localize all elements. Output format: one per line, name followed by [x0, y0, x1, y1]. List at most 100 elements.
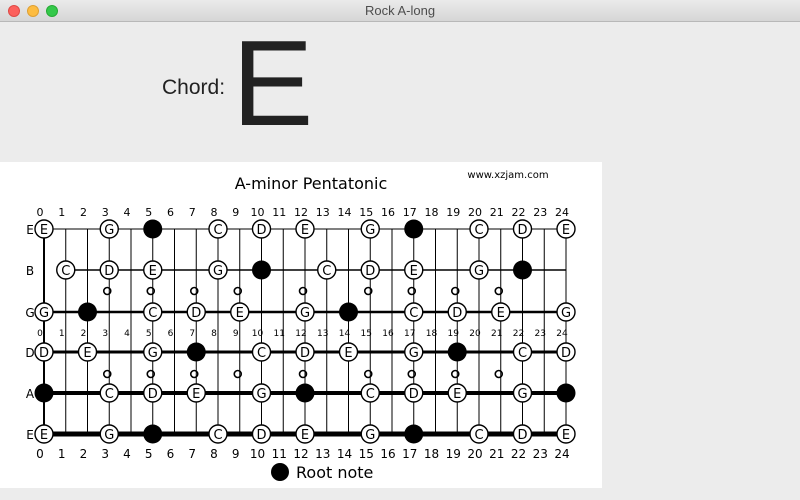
fret-number: 0 — [36, 447, 44, 461]
string-name-label: D — [25, 346, 34, 360]
fret-number: 7 — [188, 447, 196, 461]
scale-note-label: E — [301, 223, 309, 238]
scale-note-label: C — [409, 306, 418, 321]
scale-note-label: G — [256, 387, 266, 402]
fret-number: 15 — [361, 329, 372, 339]
scale-note-label: E — [562, 428, 570, 443]
root-note-dot — [143, 219, 163, 239]
root-note-dot — [295, 383, 315, 403]
scale-note-label: E — [236, 306, 244, 321]
scale-note-label: C — [322, 264, 331, 279]
fret-number: 11 — [274, 329, 285, 339]
fret-number: 17 — [402, 447, 417, 461]
root-note-dot — [404, 424, 424, 444]
fret-number: 2 — [80, 447, 88, 461]
fret-number: 24 — [555, 206, 569, 219]
fret-number: 18 — [426, 329, 438, 339]
legend-root-dot — [271, 463, 289, 481]
scale-note-label: D — [39, 346, 49, 361]
root-note-dot — [78, 302, 97, 322]
scale-note-label: D — [365, 264, 375, 279]
fret-number: 18 — [425, 206, 439, 219]
chord-value: E — [232, 15, 314, 151]
scale-note-label: D — [256, 223, 266, 238]
scale-note-label: E — [497, 306, 505, 321]
fret-number: 15 — [359, 206, 373, 219]
fret-number: 0 — [37, 206, 44, 219]
scale-note-label: E — [562, 223, 570, 238]
root-note-dot — [252, 260, 271, 280]
fret-number: 20 — [469, 329, 481, 339]
fret-number: 6 — [168, 329, 174, 339]
scale-note-label: C — [366, 387, 375, 402]
string-name-label: E — [26, 428, 34, 442]
scale-note-label: C — [257, 346, 266, 361]
fret-number: 1 — [58, 447, 66, 461]
fret-number: 4 — [123, 447, 131, 461]
scale-note-label: D — [104, 264, 114, 279]
legend-label: Root note — [296, 463, 373, 482]
fret-number: 8 — [211, 206, 218, 219]
fret-number: 3 — [102, 206, 109, 219]
fret-number: 20 — [467, 447, 482, 461]
scale-note-label: G — [39, 306, 49, 321]
fret-number: 24 — [554, 447, 569, 461]
fret-number: 19 — [448, 329, 460, 339]
fret-number: 10 — [251, 206, 265, 219]
scale-note-label: G — [365, 428, 375, 443]
fret-number: 1 — [59, 329, 65, 339]
fret-number: 5 — [145, 206, 152, 219]
fret-number: 6 — [167, 206, 174, 219]
fret-number: 9 — [233, 329, 239, 339]
scale-note-label: G — [517, 387, 527, 402]
fret-number: 9 — [232, 447, 240, 461]
scale-note-label: C — [474, 428, 483, 443]
fret-number: 2 — [81, 329, 87, 339]
scale-note-label: D — [409, 387, 419, 402]
root-note-dot — [34, 383, 54, 403]
fret-number: 18 — [424, 447, 439, 461]
fret-number: 22 — [512, 206, 526, 219]
fret-number: 23 — [533, 206, 547, 219]
fret-number: 20 — [468, 206, 482, 219]
fret-number: 22 — [511, 447, 526, 461]
fret-number: 24 — [556, 329, 568, 339]
fret-number: 10 — [250, 447, 265, 461]
fret-number: 16 — [381, 206, 395, 219]
scale-note-label: D — [517, 223, 527, 238]
scale-note-label: D — [148, 387, 158, 402]
window-title: Rock A-long — [364, 3, 436, 18]
source-url: www.xzjam.com — [467, 170, 548, 181]
fret-number: 0 — [37, 329, 43, 339]
scale-note-label: G — [104, 223, 114, 238]
fret-number: 13 — [316, 206, 330, 219]
fret-number: 22 — [513, 329, 524, 339]
fret-number: 6 — [167, 447, 175, 461]
fret-number: 7 — [189, 329, 195, 339]
fret-number: 5 — [145, 447, 153, 461]
scale-note-label: C — [518, 346, 527, 361]
root-note-dot — [186, 342, 206, 362]
scale-note-label: D — [256, 428, 266, 443]
scale-note-label: E — [83, 346, 91, 361]
fret-number: 19 — [446, 206, 460, 219]
fret-number: 14 — [339, 329, 351, 339]
fret-number: 16 — [382, 329, 394, 339]
scale-note-label: G — [365, 223, 375, 238]
scale-note-label: D — [452, 306, 462, 321]
string-name-label: B — [26, 264, 34, 278]
scale-note-label: E — [301, 428, 309, 443]
fret-number: 19 — [446, 447, 461, 461]
fret-number: 16 — [380, 447, 395, 461]
fret-number: 12 — [294, 206, 308, 219]
fret-number: 21 — [489, 447, 504, 461]
fret-number: 17 — [404, 329, 415, 339]
string-name-label: E — [26, 223, 34, 237]
scale-note-label: E — [40, 428, 48, 443]
scale-note-label: G — [474, 264, 484, 279]
fret-number: 11 — [272, 206, 286, 219]
scale-note-label: G — [561, 306, 571, 321]
fret-number: 5 — [146, 329, 152, 339]
scale-note-label: G — [213, 264, 223, 279]
scale-note-label: E — [344, 346, 352, 361]
